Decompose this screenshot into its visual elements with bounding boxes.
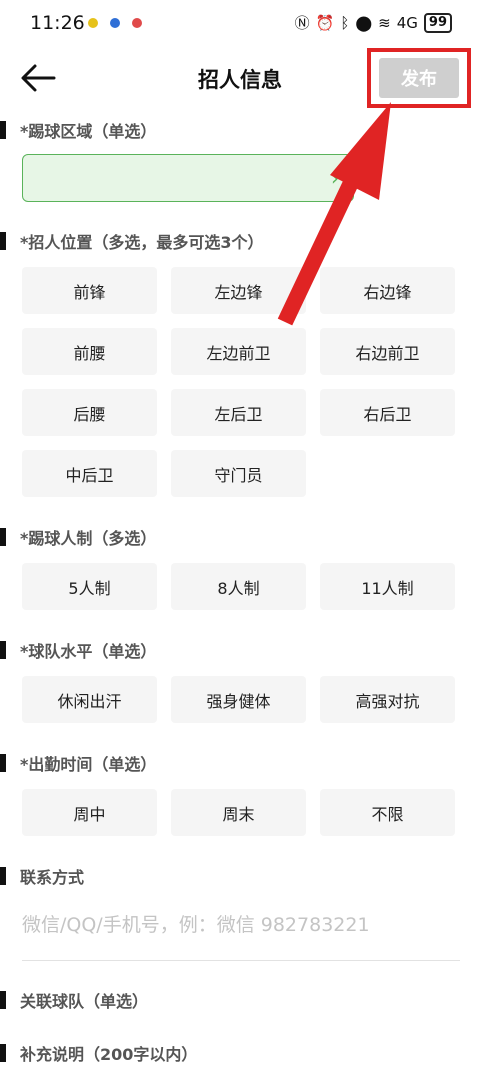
level-chip[interactable]: 强身健体 [171, 676, 306, 723]
status-bar: 11:26 Ⓝ ⏰ ᛒ ⬤ ≋ 4G 99 [0, 0, 480, 48]
time-chip[interactable]: 不限 [320, 789, 455, 836]
section-area-label: *踢球区域（单选） [0, 118, 156, 142]
header: 招人信息 发布 [0, 48, 480, 110]
position-chip[interactable]: 右边锋 [320, 267, 455, 314]
format-chip[interactable]: 8人制 [171, 563, 306, 610]
nfc-icon: Ⓝ [294, 14, 310, 32]
level-chip[interactable]: 高强对抗 [320, 676, 455, 723]
position-chip[interactable]: 前腰 [22, 328, 157, 375]
positions-grid: 前锋 左边锋 右边锋 前腰 左边前卫 右边前卫 后腰 左后卫 右后卫 中后卫 守… [22, 267, 455, 497]
section-positions-label: *招人位置（多选，最多可选3个） [0, 229, 264, 253]
notification-icon [110, 18, 120, 28]
notification-icon [88, 18, 98, 28]
area-selector[interactable]: › [22, 154, 354, 202]
contact-input[interactable] [22, 903, 462, 947]
position-chip[interactable]: 后腰 [22, 389, 157, 436]
status-time: 11:26 [30, 12, 85, 34]
position-chip[interactable]: 守门员 [171, 450, 306, 497]
position-chip[interactable]: 左后卫 [171, 389, 306, 436]
format-chip[interactable]: 11人制 [320, 563, 455, 610]
section-team-label[interactable]: 关联球队（单选） [0, 988, 148, 1012]
alarm-icon: ⏰ [315, 13, 335, 32]
section-level-label: *球队水平（单选） [0, 638, 156, 662]
bluetooth-icon: ᛒ [340, 13, 350, 32]
position-chip[interactable]: 左边前卫 [171, 328, 306, 375]
format-chip[interactable]: 5人制 [22, 563, 157, 610]
section-notes-label: 补充说明（200字以内） [0, 1041, 197, 1065]
format-grid: 5人制 8人制 11人制 [22, 563, 455, 610]
position-chip[interactable]: 前锋 [22, 267, 157, 314]
position-chip[interactable]: 左边锋 [171, 267, 306, 314]
system-icons: Ⓝ ⏰ ᛒ ⬤ ≋ 4G 99 [295, 12, 452, 33]
position-chip[interactable]: 右后卫 [320, 389, 455, 436]
battery-icon: 99 [423, 12, 452, 33]
signal-icon: 4G [396, 13, 418, 32]
divider [22, 960, 460, 961]
section-time-label: *出勤时间（单选） [0, 751, 156, 775]
chevron-right-icon: › [331, 166, 339, 190]
time-chip[interactable]: 周中 [22, 789, 157, 836]
section-format-label: *踢球人制（多选） [0, 525, 156, 549]
location-icon: ⬤ [355, 13, 373, 32]
position-chip[interactable]: 中后卫 [22, 450, 157, 497]
section-contact-label: 联系方式 [0, 864, 84, 888]
level-chip[interactable]: 休闲出汗 [22, 676, 157, 723]
notification-icon [132, 18, 142, 28]
position-chip[interactable]: 右边前卫 [320, 328, 455, 375]
notification-icons [88, 18, 142, 28]
level-grid: 休闲出汗 强身健体 高强对抗 [22, 676, 455, 723]
wifi-icon: ≋ [378, 13, 391, 32]
time-grid: 周中 周末 不限 [22, 789, 455, 836]
publish-button[interactable]: 发布 [379, 58, 459, 98]
time-chip[interactable]: 周末 [171, 789, 306, 836]
